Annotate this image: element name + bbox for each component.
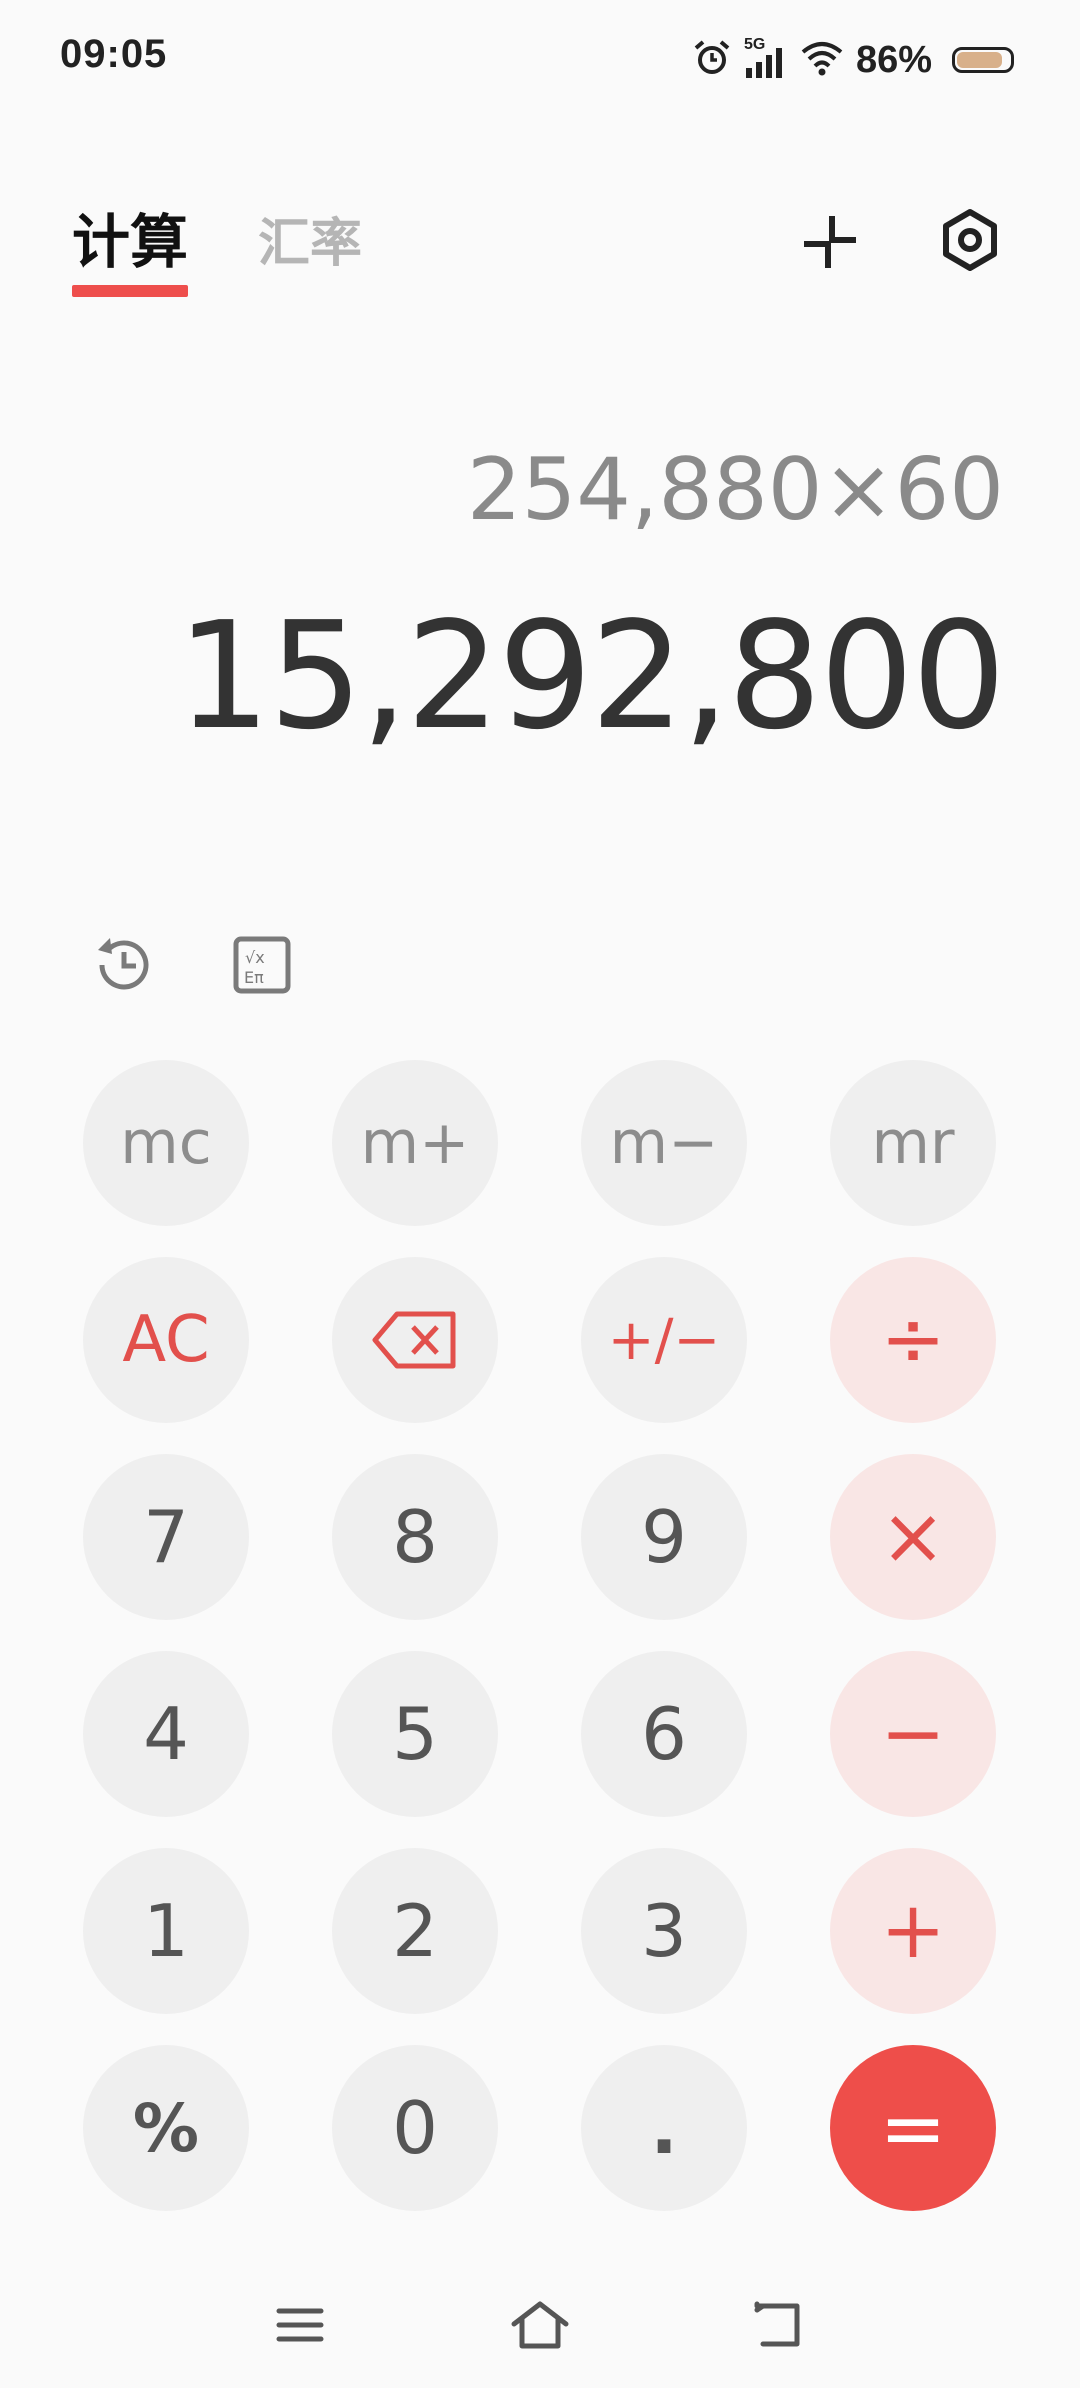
keypad: mc m+ m− mr AC +/− ÷ 7 8 9 × 4 5 6 − 1 2… — [0, 0, 1080, 2388]
all-clear-button[interactable]: AC — [83, 1257, 249, 1423]
digit-0-button[interactable]: 0 — [332, 2045, 498, 2211]
digit-2-button[interactable]: 2 — [332, 1848, 498, 2014]
digit-9-button[interactable]: 9 — [581, 1454, 747, 1620]
decimal-point-button[interactable]: . — [581, 2045, 747, 2211]
calculator-screen: 09:05 5G 86% 计算 汇率 254,880×60 15,292,800… — [0, 0, 1080, 2388]
percent-button[interactable]: % — [83, 2045, 249, 2211]
divide-button[interactable]: ÷ — [830, 1257, 996, 1423]
backspace-button[interactable] — [332, 1257, 498, 1423]
digit-3-button[interactable]: 3 — [581, 1848, 747, 2014]
digit-6-button[interactable]: 6 — [581, 1651, 747, 1817]
menu-icon[interactable] — [265, 2290, 335, 2360]
minus-button[interactable]: − — [830, 1651, 996, 1817]
digit-7-button[interactable]: 7 — [83, 1454, 249, 1620]
plus-button[interactable]: + — [830, 1848, 996, 2014]
mc-button[interactable]: mc — [83, 1060, 249, 1226]
digit-5-button[interactable]: 5 — [332, 1651, 498, 1817]
digit-4-button[interactable]: 4 — [83, 1651, 249, 1817]
m-plus-button[interactable]: m+ — [332, 1060, 498, 1226]
backspace-icon — [372, 1311, 456, 1369]
equals-button[interactable]: = — [830, 2045, 996, 2211]
digit-1-button[interactable]: 1 — [83, 1848, 249, 2014]
plus-minus-button[interactable]: +/− — [581, 1257, 747, 1423]
multiply-button[interactable]: × — [830, 1454, 996, 1620]
mr-button[interactable]: mr — [830, 1060, 996, 1226]
m-minus-button[interactable]: m− — [581, 1060, 747, 1226]
home-icon[interactable] — [505, 2290, 575, 2360]
back-icon[interactable] — [745, 2290, 815, 2360]
digit-8-button[interactable]: 8 — [332, 1454, 498, 1620]
